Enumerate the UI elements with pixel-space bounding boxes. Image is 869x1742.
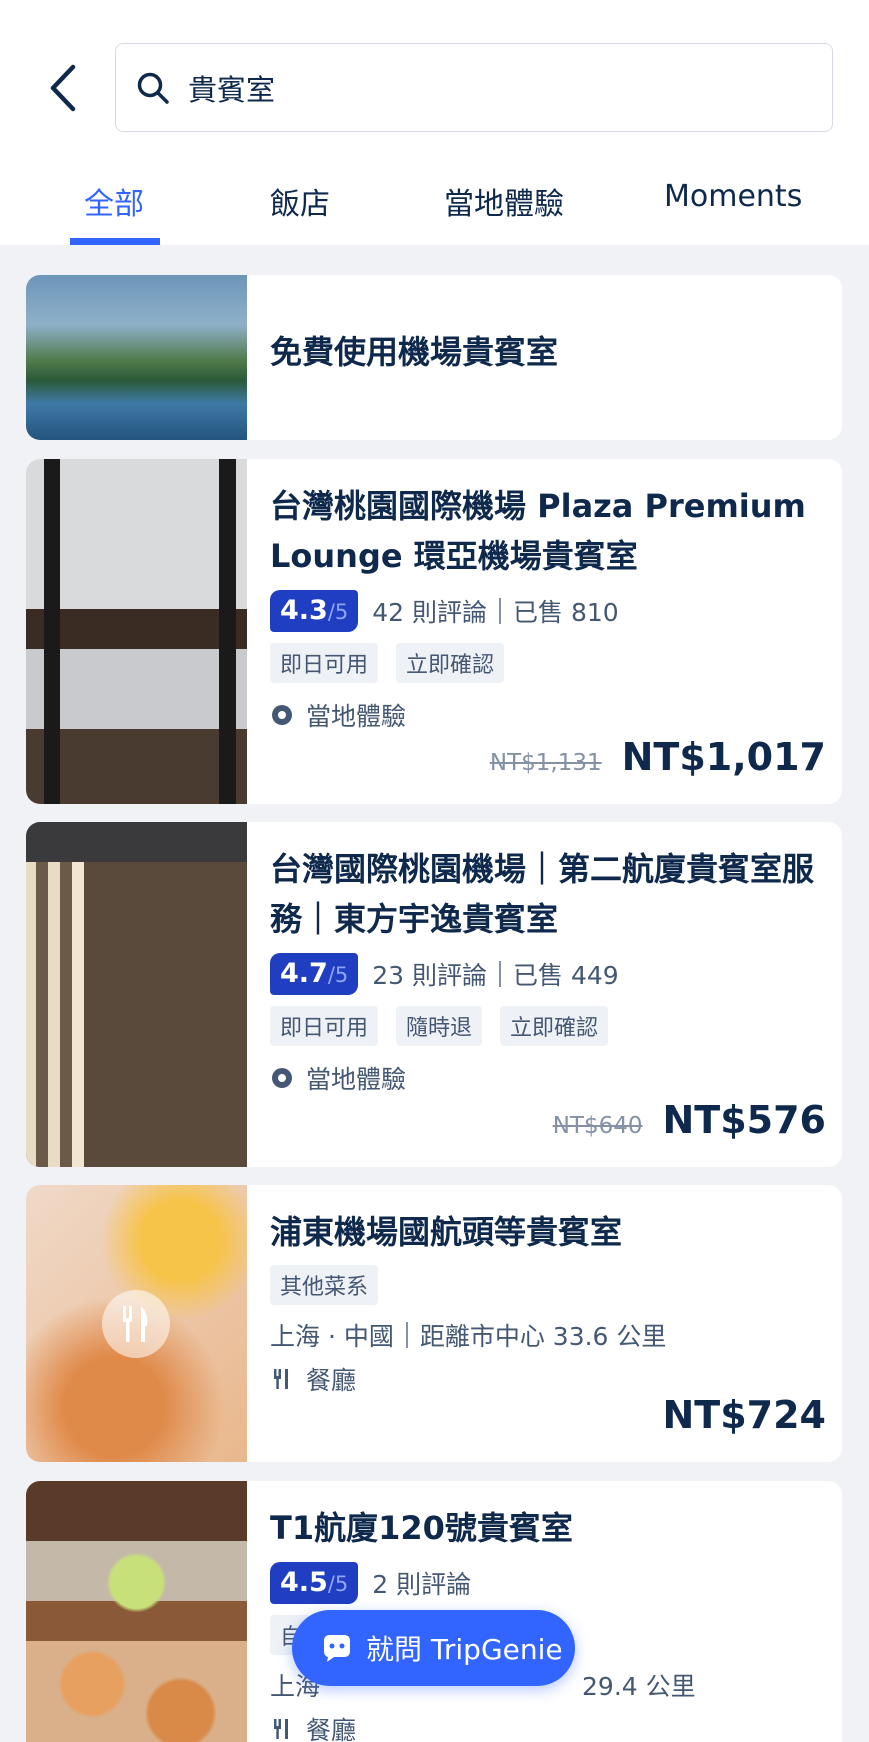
card-title: 台灣桃園國際機場 Plaza Premium Lounge 環亞機場貴賓室 [270,487,806,575]
tab-hotels[interactable]: 飯店 [270,179,330,223]
review-count: 2 則評論 [372,1570,472,1599]
distance: 29.4 公里 [582,1672,696,1701]
card-title: 免費使用機場貴賓室 [270,333,559,371]
category-label: 餐廳 [306,1366,357,1395]
tab-all[interactable]: 全部 [84,179,144,223]
card-title: T1航廈120號貴賓室 [270,1509,573,1547]
card-image [26,1481,247,1742]
card-image [26,1185,247,1462]
tripgenie-button[interactable]: 就問 TripGenie [292,1610,575,1686]
tag: 即日可用 [270,1006,379,1046]
location: 上海 · 中國 [270,1322,394,1351]
experience-icon [270,1066,294,1090]
rating-badge: 4.5/5 [270,1562,359,1604]
tag: 即日可用 [270,643,379,683]
cuisine-tag: 其他菜系 [270,1265,379,1305]
card-title: 浦東機場國航頭等貴賓室 [270,1213,623,1251]
tab-bar: 全部 飯店 當地體驗 Moments [0,165,869,245]
tag: 立即確認 [500,1006,609,1046]
chatbot-icon [320,1631,354,1665]
card-image [26,275,247,440]
chevron-left-icon [50,64,76,112]
back-button[interactable] [40,58,84,118]
price: NT$1,017 [621,735,826,779]
review-count: 42 則評論 [372,598,488,627]
search-icon [136,71,170,105]
utensils-icon [270,1717,294,1741]
divider [499,598,502,624]
experience-icon [270,703,294,727]
price: NT$724 [662,1393,827,1437]
tab-local-experiences[interactable]: 當地體驗 [444,179,564,223]
restaurant-placeholder-icon [102,1290,170,1358]
card-image [26,822,247,1167]
result-card[interactable]: 台灣桃園國際機場 Plaza Premium Lounge 環亞機場貴賓室 4.… [26,459,842,804]
tag: 立即確認 [396,643,505,683]
search-box[interactable] [115,43,833,132]
category-label: 餐廳 [306,1716,357,1742]
distance: 距離市中心 33.6 公里 [419,1322,667,1351]
divider [499,961,502,987]
price: NT$576 [662,1098,827,1142]
rating-badge: 4.7/5 [270,953,359,995]
header: 全部 飯店 當地體驗 Moments [0,0,869,245]
tab-moments[interactable]: Moments [664,179,802,214]
sold-count: 已售 810 [513,598,619,627]
sold-count: 已售 449 [513,961,619,990]
rating-badge: 4.3/5 [270,590,359,632]
card-title: 台灣國際桃園機場｜第二航廈貴賓室服務｜東方宇逸貴賓室 [270,850,815,938]
category-label: 當地體驗 [306,702,407,731]
review-count: 23 則評論 [372,961,488,990]
tripgenie-label: 就問 TripGenie [366,1633,563,1666]
search-input[interactable] [188,70,788,105]
result-card-promo[interactable]: 免費使用機場貴賓室 [26,275,842,440]
result-card[interactable]: 浦東機場國航頭等貴賓室 其他菜系 上海 · 中國 距離市中心 33.6 公里 餐… [26,1185,842,1462]
utensils-icon [270,1367,294,1391]
result-card[interactable]: 台灣國際桃園機場｜第二航廈貴賓室服務｜東方宇逸貴賓室 4.7/5 23 則評論 … [26,822,842,1167]
divider [405,1322,408,1348]
active-tab-indicator [70,238,160,245]
category-label: 當地體驗 [306,1065,407,1094]
original-price: NT$1,131 [489,750,602,776]
tag: 隨時退 [396,1006,483,1046]
original-price: NT$640 [552,1113,643,1139]
card-image [26,459,247,804]
